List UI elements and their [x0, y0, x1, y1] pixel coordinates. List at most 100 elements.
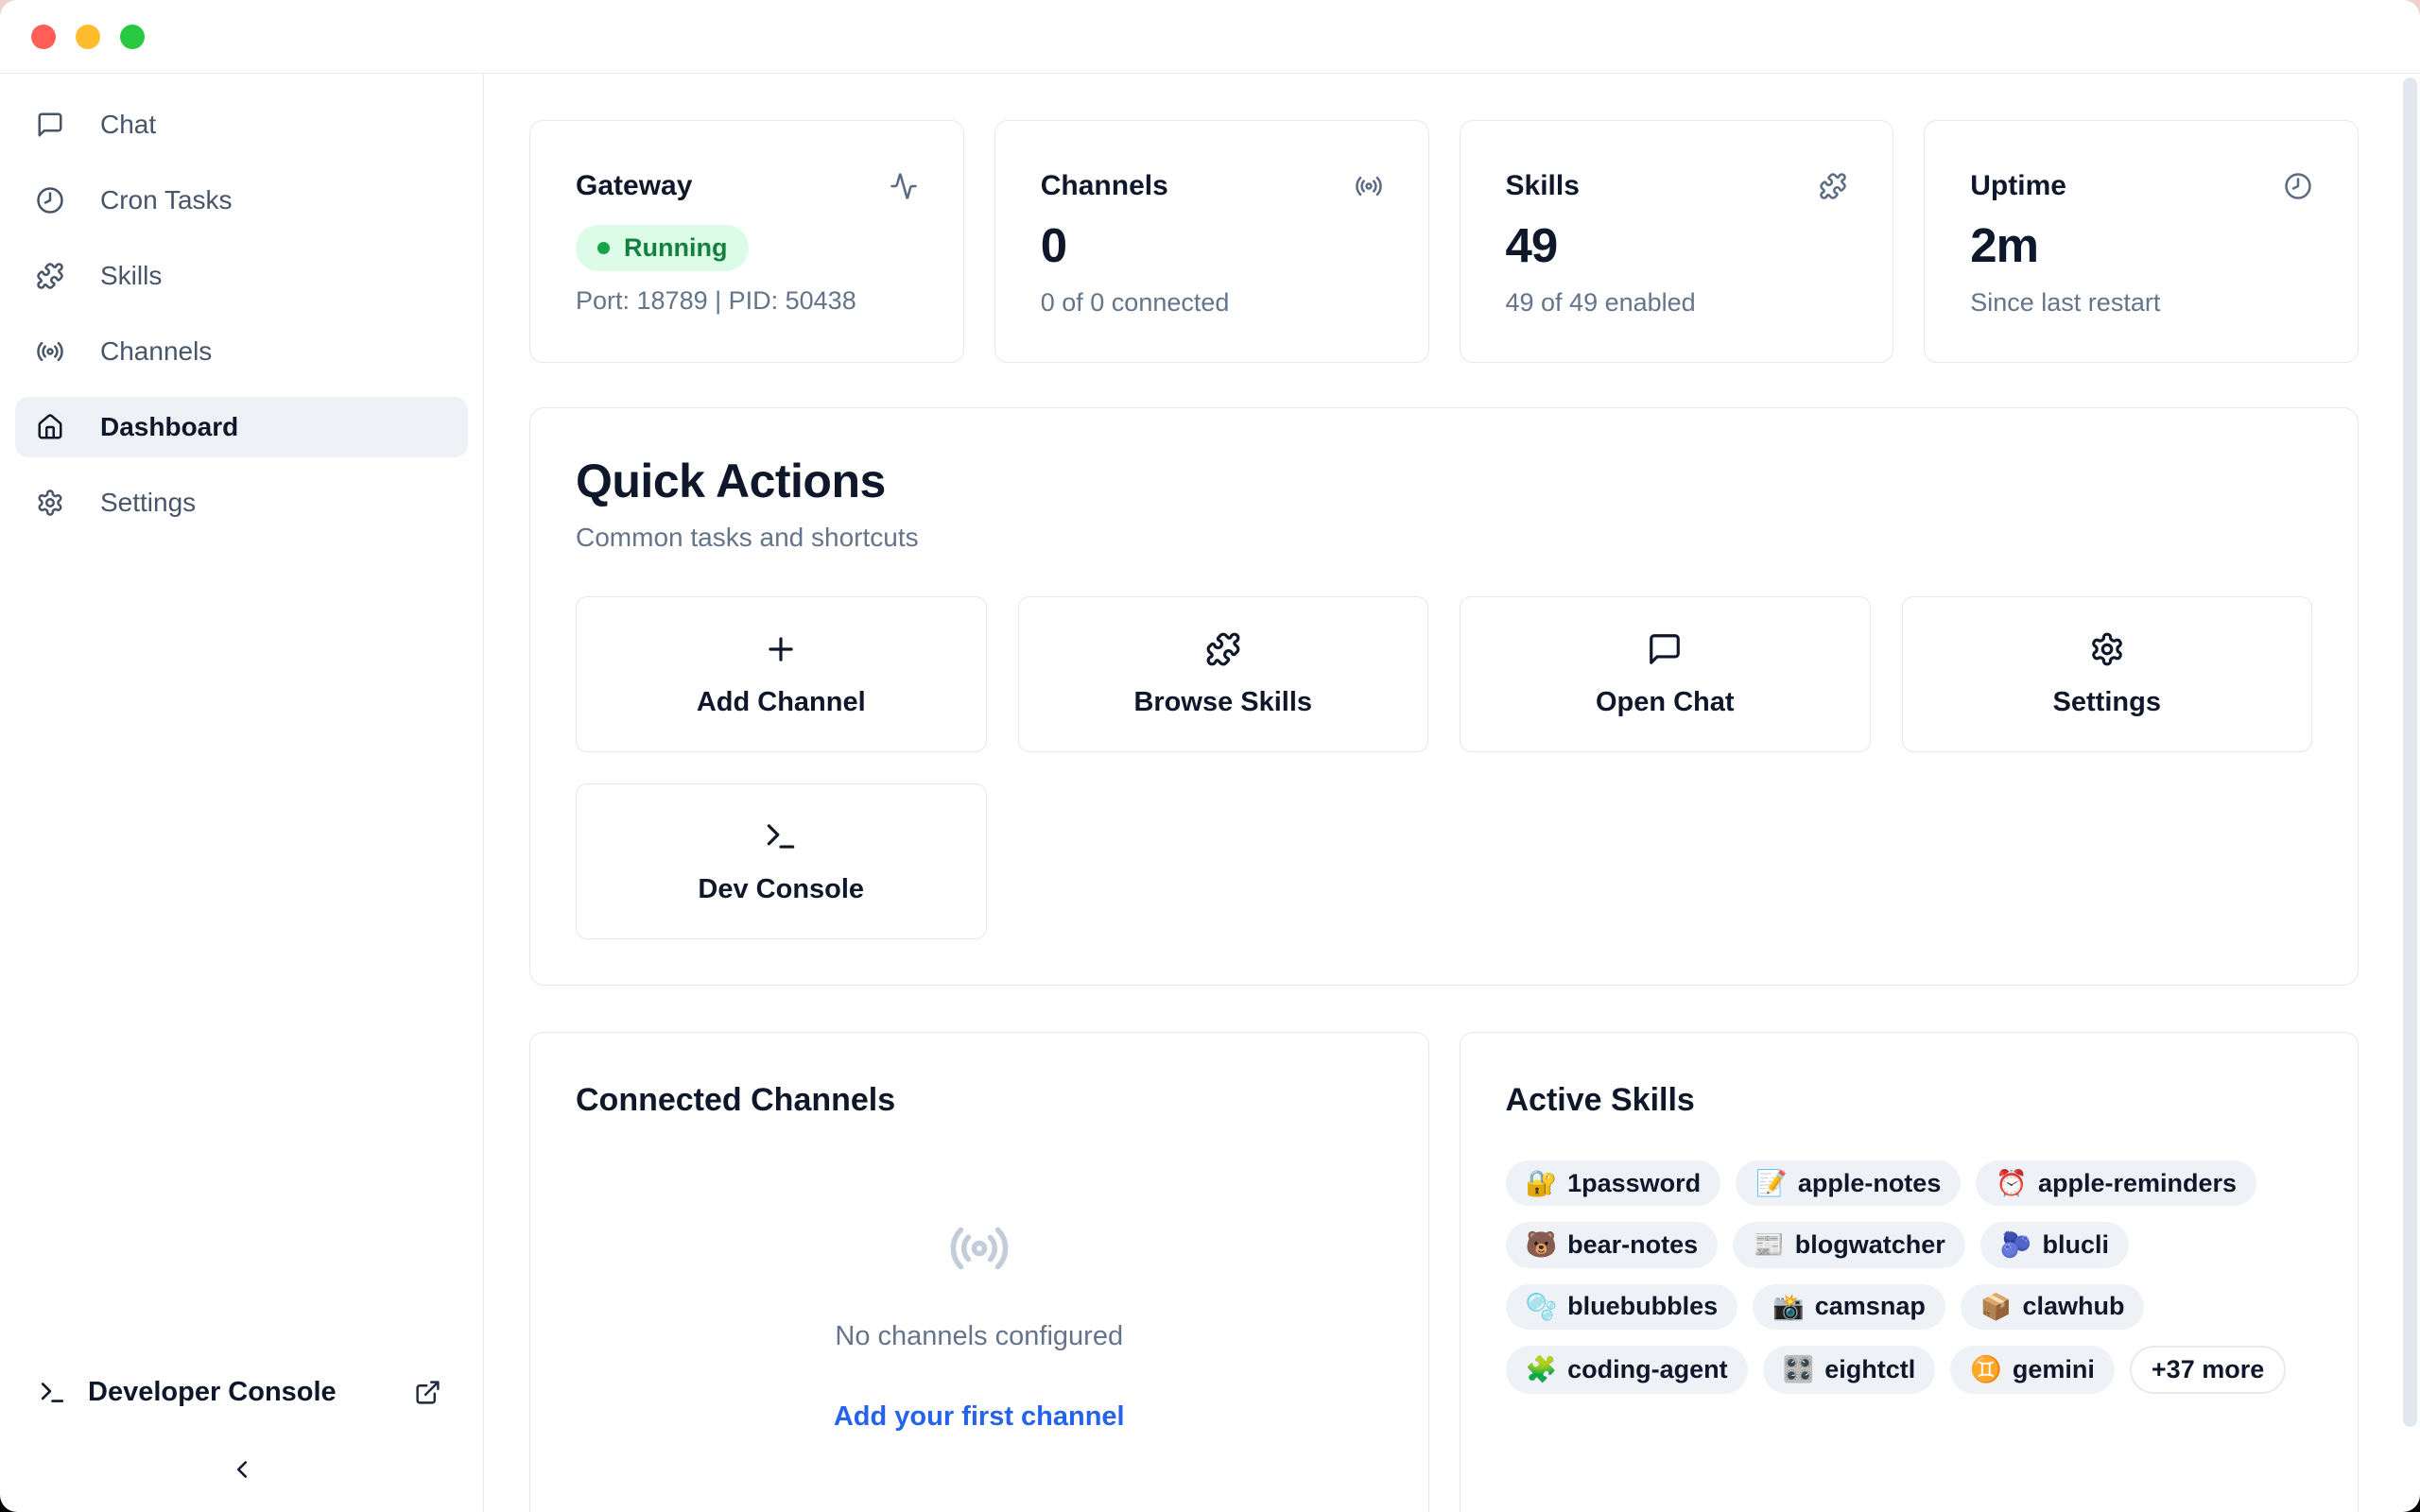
skill-emoji-icon: 🫧 — [1526, 1292, 1558, 1322]
skill-chip-coding-agent: 🧩 coding-agent — [1506, 1346, 1748, 1394]
puzzle-icon — [1819, 172, 1847, 200]
open-chat-button[interactable]: Open Chat — [1460, 596, 1871, 752]
skill-chip-apple-reminders: ⏰ apple-reminders — [1976, 1160, 2256, 1206]
close-button[interactable] — [31, 25, 56, 49]
skill-chip-1password: 🔐 1password — [1506, 1160, 1721, 1206]
zoom-button[interactable] — [120, 25, 145, 49]
settings-icon — [36, 489, 64, 517]
skill-emoji-icon: 📦 — [1980, 1292, 2013, 1322]
quick-actions-grid: Add Channel Browse Skills Open Chat Sett… — [576, 596, 2312, 939]
home-icon — [36, 413, 64, 441]
active-skills-title: Active Skills — [1506, 1082, 2313, 1119]
status-badge: Running — [576, 225, 749, 271]
stats-row: Gateway Running Port: 18789 | PID: 50438… — [529, 120, 2359, 363]
add-first-channel-link[interactable]: Add your first channel — [834, 1401, 1125, 1433]
activity-icon — [890, 172, 918, 200]
main-area: Gateway Running Port: 18789 | PID: 50438… — [484, 74, 2420, 1512]
skill-emoji-icon: 📸 — [1772, 1292, 1805, 1322]
sidebar-collapse — [0, 1455, 483, 1484]
app-window: Chat Cron Tasks Skills Channels Dashboar… — [0, 0, 2420, 1512]
stat-value: 49 — [1506, 217, 1848, 273]
clock-icon — [2284, 172, 2312, 200]
channels-empty-text: No channels configured — [835, 1321, 1123, 1352]
stat-title: Gateway — [576, 170, 692, 202]
minimize-button[interactable] — [76, 25, 100, 49]
puzzle-icon — [36, 262, 64, 290]
radio-icon — [36, 337, 64, 366]
skill-emoji-icon: 🔐 — [1526, 1168, 1558, 1198]
stat-detail: Port: 18789 | PID: 50438 — [576, 286, 918, 316]
skill-chip-camsnap: 📸 camsnap — [1753, 1284, 1945, 1330]
clock-icon — [36, 186, 64, 215]
channels-empty-state: No channels configured Add your first ch… — [576, 1217, 1383, 1433]
stat-card-channels: Channels 0 0 of 0 connected — [994, 120, 1429, 363]
skill-chip-bear-notes: 🐻 bear-notes — [1506, 1222, 1719, 1267]
sidebar-spacer — [0, 533, 483, 1377]
skill-emoji-icon: ♊️ — [1970, 1354, 2002, 1384]
chevron-left-icon[interactable] — [228, 1455, 256, 1484]
radio-icon — [1355, 172, 1383, 200]
stat-title: Uptime — [1970, 170, 2066, 202]
message-square-icon — [36, 111, 64, 139]
browse-skills-button[interactable]: Browse Skills — [1018, 596, 1429, 752]
sidebar-nav: Chat Cron Tasks Skills Channels Dashboar… — [0, 94, 483, 533]
skill-chip-eightctl: 🎛️ eightctl — [1763, 1346, 1936, 1394]
bottom-cards: Connected Channels No channels configure… — [529, 1032, 2359, 1512]
dev-console-button[interactable]: Dev Console — [576, 783, 987, 939]
sidebar-item-chat[interactable]: Chat — [15, 94, 468, 155]
skills-chip-list: 🔐 1password 📝 apple-notes ⏰ apple-remind… — [1506, 1160, 2313, 1394]
sidebar-item-channels[interactable]: Channels — [15, 321, 468, 382]
skill-emoji-icon: 🎛️ — [1783, 1354, 1815, 1384]
sidebar-item-cron-tasks[interactable]: Cron Tasks — [15, 170, 468, 231]
sidebar-item-dashboard[interactable]: Dashboard — [15, 397, 468, 457]
more-skills-button[interactable]: +37 more — [2130, 1346, 2286, 1394]
content: Chat Cron Tasks Skills Channels Dashboar… — [0, 74, 2420, 1512]
developer-console-button[interactable]: Developer Console — [0, 1377, 483, 1408]
skill-emoji-icon: ⏰ — [1996, 1168, 2028, 1198]
quick-actions-panel: Quick Actions Common tasks and shortcuts… — [529, 407, 2359, 986]
sidebar-item-skills[interactable]: Skills — [15, 246, 468, 306]
skill-emoji-icon: 🐻 — [1526, 1229, 1558, 1260]
stat-value: 2m — [1970, 217, 2312, 273]
external-link-icon[interactable] — [414, 1379, 441, 1406]
connected-channels-title: Connected Channels — [576, 1082, 1383, 1119]
stat-detail: 49 of 49 enabled — [1506, 288, 1848, 318]
status-dot — [597, 242, 610, 254]
plus-icon — [763, 631, 799, 667]
skill-emoji-icon: 🧩 — [1526, 1354, 1558, 1384]
skill-emoji-icon: 🫐 — [2000, 1229, 2032, 1260]
developer-console-label: Developer Console — [88, 1377, 337, 1408]
skill-chip-bluebubbles: 🫧 bluebubbles — [1506, 1284, 1738, 1330]
skill-chip-blucli: 🫐 blucli — [1980, 1222, 2129, 1267]
skill-emoji-icon: 📝 — [1755, 1168, 1788, 1198]
settings-icon — [2089, 631, 2125, 667]
stat-detail: Since last restart — [1970, 288, 2312, 318]
active-skills-card: Active Skills 🔐 1password 📝 apple-notes … — [1460, 1032, 2360, 1512]
skill-chip-blogwatcher: 📰 blogwatcher — [1733, 1222, 1965, 1267]
add-channel-button[interactable]: Add Channel — [576, 596, 987, 752]
quick-actions-subtitle: Common tasks and shortcuts — [576, 523, 2312, 553]
skill-chip-clawhub: 📦 clawhub — [1961, 1284, 2145, 1330]
terminal-icon — [38, 1378, 67, 1407]
skill-chip-gemini: ♊️ gemini — [1950, 1346, 2115, 1394]
sidebar-item-settings[interactable]: Settings — [15, 472, 468, 533]
stat-card-gateway: Gateway Running Port: 18789 | PID: 50438 — [529, 120, 964, 363]
connected-channels-card: Connected Channels No channels configure… — [529, 1032, 1429, 1512]
puzzle-icon — [1205, 631, 1241, 667]
stat-card-skills: Skills 49 49 of 49 enabled — [1460, 120, 1894, 363]
stat-card-uptime: Uptime 2m Since last restart — [1924, 120, 2359, 363]
scrollbar-thumb[interactable] — [2403, 77, 2417, 1427]
radio-icon — [948, 1217, 1011, 1280]
titlebar — [0, 0, 2420, 74]
stat-title: Skills — [1506, 170, 1580, 202]
message-square-icon — [1647, 631, 1683, 667]
terminal-icon — [763, 818, 799, 854]
quick-actions-title: Quick Actions — [576, 454, 2312, 508]
sidebar: Chat Cron Tasks Skills Channels Dashboar… — [0, 74, 484, 1512]
skill-chip-apple-notes: 📝 apple-notes — [1736, 1160, 1961, 1206]
stat-detail: 0 of 0 connected — [1041, 288, 1383, 318]
stat-title: Channels — [1041, 170, 1168, 202]
stat-value: 0 — [1041, 217, 1383, 273]
settings-button[interactable]: Settings — [1902, 596, 2313, 752]
skill-emoji-icon: 📰 — [1753, 1229, 1785, 1260]
